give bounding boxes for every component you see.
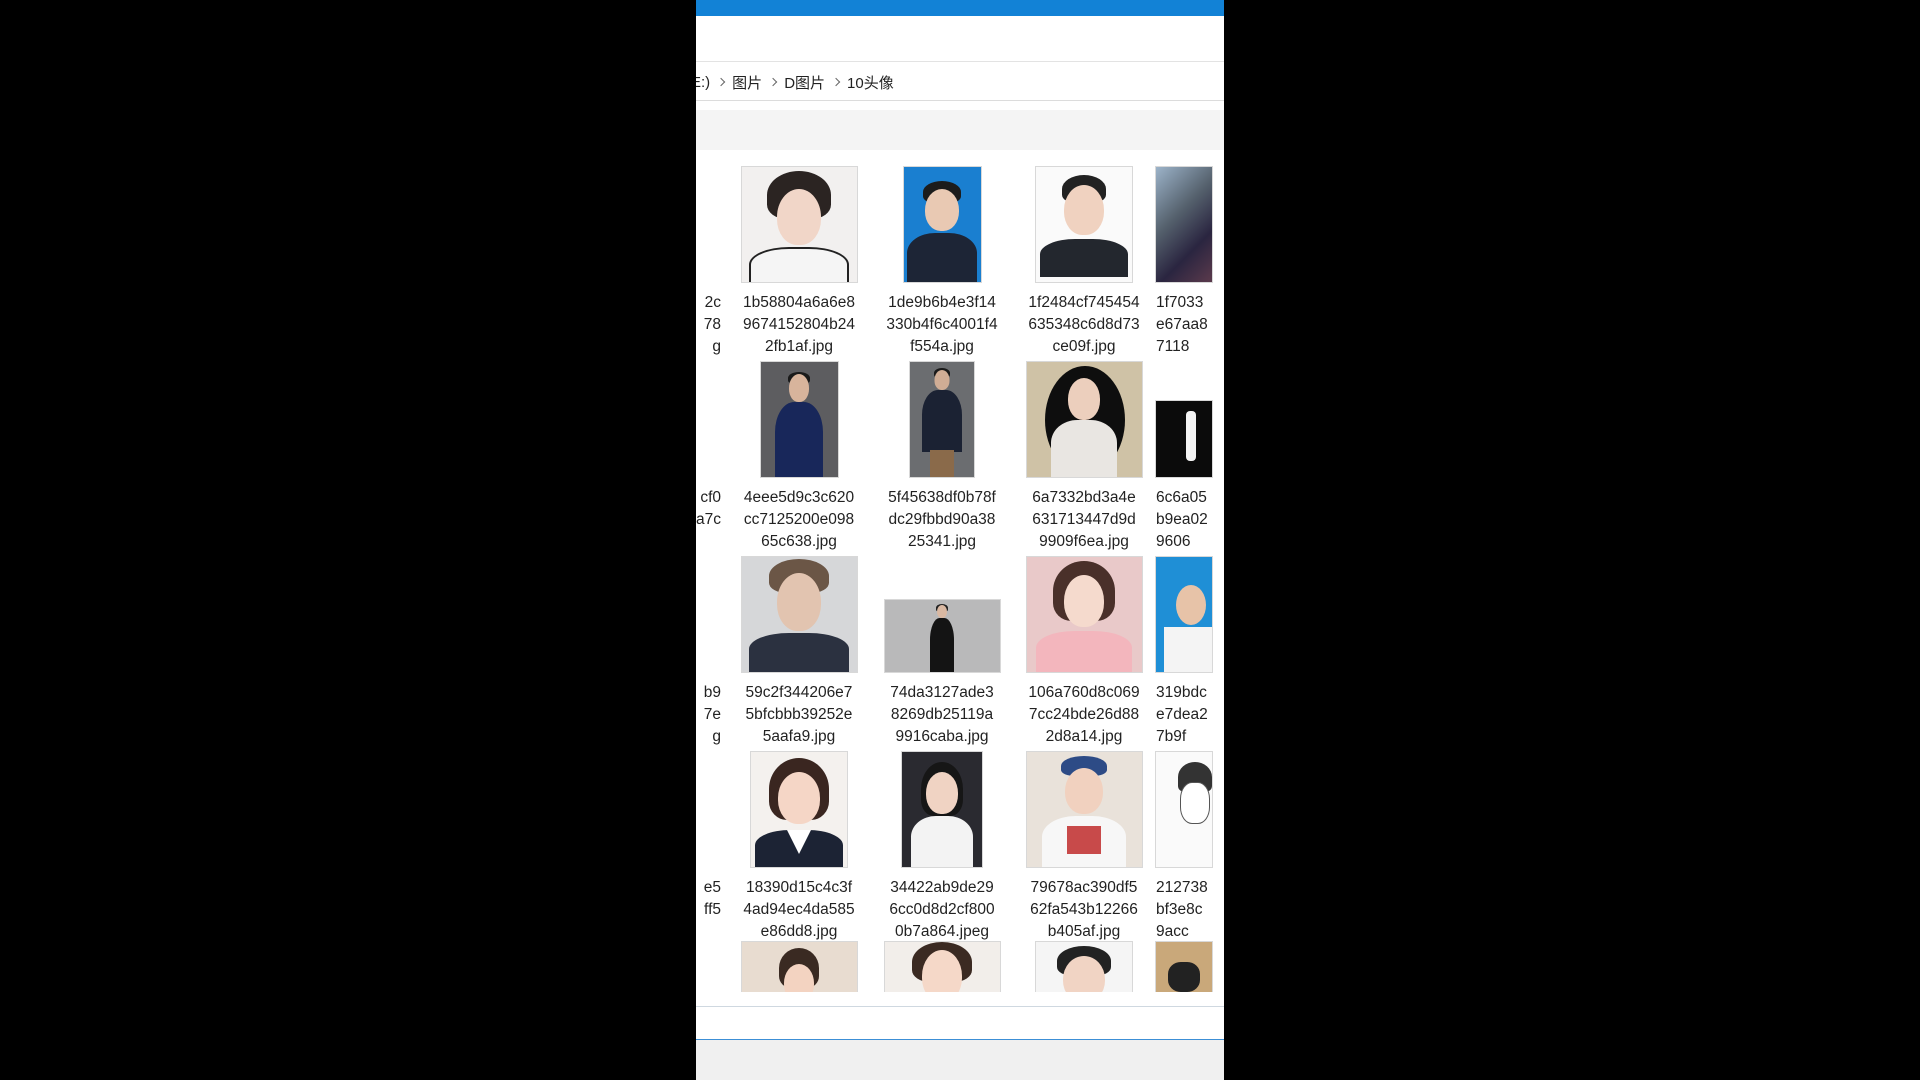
file-item[interactable]: 4eee5d9c3c620 cc7125200e098 65c638.jpg <box>728 357 870 550</box>
file-name: 1f7033 e67aa8 7118 <box>1156 294 1208 355</box>
chevron-right-icon[interactable] <box>762 77 784 87</box>
file-name: 74da3127ade3 8269db25119a 9916caba.jpg <box>890 684 994 745</box>
thumbnail <box>751 752 847 867</box>
file-name: cf0 a7c <box>696 489 721 528</box>
file-name: 79678ac390df5 62fa543b12266 b405af.jpg <box>1030 879 1138 940</box>
file-item[interactable]: e5 ff5 <box>696 747 721 935</box>
thumbnail <box>760 362 838 477</box>
file-item[interactable]: 106a760d8c069 7cc24bde26d88 2d8a14.jpg <box>1013 552 1155 745</box>
file-name: 59c2f344206e7 5bfcbbb39252e 5aafa9.jpg <box>745 684 853 745</box>
file-name: 1de9b6b4e3f14 330b4f6c4001f4 f554a.jpg <box>886 294 998 355</box>
thumbnail <box>741 167 857 282</box>
file-name: 4eee5d9c3c620 cc7125200e098 65c638.jpg <box>743 489 855 550</box>
file-item[interactable]: 79678ac390df5 62fa543b12266 b405af.jpg <box>1013 747 1155 940</box>
chevron-right-icon[interactable] <box>710 77 732 87</box>
breadcrumb-item-avatars[interactable]: 10头像 <box>847 72 894 93</box>
file-name: 5f45638df0b78f dc29fbbd90a38 25341.jpg <box>888 489 996 550</box>
breadcrumb-item-drive[interactable]: (E:) <box>696 74 710 91</box>
chevron-right-icon[interactable] <box>825 77 847 87</box>
breadcrumb-item-pictures[interactable]: 图片 <box>732 72 762 93</box>
thumbnail <box>1026 752 1142 867</box>
file-item[interactable]: 1f2484cf745454 635348c6d8d73 ce09f.jpg <box>1013 162 1155 355</box>
file-name: 106a760d8c069 7cc24bde26d88 2d8a14.jpg <box>1028 684 1140 745</box>
file-item[interactable] <box>1156 942 1224 992</box>
thumbnail <box>1036 167 1132 282</box>
status-bar <box>696 1040 1224 1080</box>
file-item[interactable]: 212738 bf3e8c 9acc <box>1156 747 1224 940</box>
file-name: 1f2484cf745454 635348c6d8d73 ce09f.jpg <box>1028 294 1140 355</box>
breadcrumb-item-d-pictures[interactable]: D图片 <box>784 72 825 93</box>
file-item[interactable]: 1de9b6b4e3f14 330b4f6c4001f4 f554a.jpg <box>871 162 1013 355</box>
file-item[interactable]: 1f7033 e67aa8 7118 <box>1156 162 1224 355</box>
file-name: 34422ab9de29 6cc0d8d2cf800 0b7a864.jpeg <box>889 879 995 940</box>
file-item[interactable] <box>1013 942 1155 992</box>
thumbnail <box>741 942 857 992</box>
thumbnail <box>1156 557 1212 672</box>
file-explorer-window: (E:) 图片 D图片 10头像 2c78g 1b58804a6a6e8967 <box>696 0 1224 1080</box>
file-item[interactable]: 319bdc e7dea2 7b9f <box>1156 552 1224 745</box>
file-item[interactable] <box>871 942 1013 992</box>
thumbnail <box>741 557 857 672</box>
thumbnail <box>910 362 974 477</box>
file-item[interactable]: 1b58804a6a6e8 9674152804b24 2fb1af.jpg <box>728 162 870 355</box>
file-item[interactable]: 6a7332bd3a4e 631713447d9d 9909f6ea.jpg <box>1013 357 1155 550</box>
file-grid: 2c 78 g 1b58804a6a6e8 9674152804b24 2fb1af.j… <box>696 152 1224 992</box>
breadcrumb: (E:) 图片 D图片 10头像 <box>696 72 894 92</box>
file-item[interactable]: 59c2f344206e7 5bfcbbb39252e 5aafa9.jpg <box>728 552 870 745</box>
thumbnail <box>1156 942 1212 992</box>
details-pane-strip <box>696 1006 1224 1041</box>
thumbnail <box>1036 942 1132 992</box>
file-name: 6c6a05 b9ea02 9606 <box>1156 489 1208 550</box>
thumbnail <box>884 600 1000 672</box>
column-header-strip <box>696 110 1224 150</box>
file-item[interactable]: 18390d15c4c3f 4ad94ec4da585 e86dd8.jpg <box>728 747 870 940</box>
thumbnail <box>903 167 981 282</box>
ribbon-toolbar <box>696 16 1224 62</box>
file-item[interactable]: 2c 78 g <box>696 162 721 355</box>
thumbnail <box>1156 167 1212 282</box>
thumbnail <box>884 942 1000 992</box>
thumbnail <box>1026 362 1142 477</box>
file-name: 2c 78 g <box>703 294 721 355</box>
file-name: 18390d15c4c3f 4ad94ec4da585 e86dd8.jpg <box>743 879 855 940</box>
file-name: 1b58804a6a6e8 9674152804b24 2fb1af.jpg <box>742 294 856 355</box>
file-name: b9 7e g <box>703 684 721 745</box>
thumbnail <box>1156 752 1212 867</box>
file-name: 212738 bf3e8c 9acc <box>1156 879 1208 940</box>
file-item[interactable]: cf0 a7c <box>696 357 721 545</box>
file-name: e5 ff5 <box>703 879 721 918</box>
file-item[interactable]: b9 7e g <box>696 552 721 745</box>
thumbnail <box>1156 401 1212 477</box>
title-bar[interactable] <box>696 0 1224 16</box>
thumbnail <box>902 752 982 867</box>
file-item[interactable]: 34422ab9de29 6cc0d8d2cf800 0b7a864.jpeg <box>871 747 1013 940</box>
file-item[interactable]: 5f45638df0b78f dc29fbbd90a38 25341.jpg <box>871 357 1013 550</box>
address-bar[interactable]: (E:) 图片 D图片 10头像 <box>696 62 1224 101</box>
file-item[interactable] <box>728 942 870 992</box>
thumbnail <box>1026 557 1142 672</box>
file-name: 6a7332bd3a4e 631713447d9d 9909f6ea.jpg <box>1032 489 1136 550</box>
file-item[interactable]: 6c6a05 b9ea02 9606 <box>1156 357 1224 550</box>
file-item[interactable] <box>696 942 721 992</box>
file-name: 319bdc e7dea2 7b9f <box>1156 684 1208 745</box>
file-item[interactable]: 74da3127ade3 8269db25119a 9916caba.jpg <box>871 552 1013 745</box>
